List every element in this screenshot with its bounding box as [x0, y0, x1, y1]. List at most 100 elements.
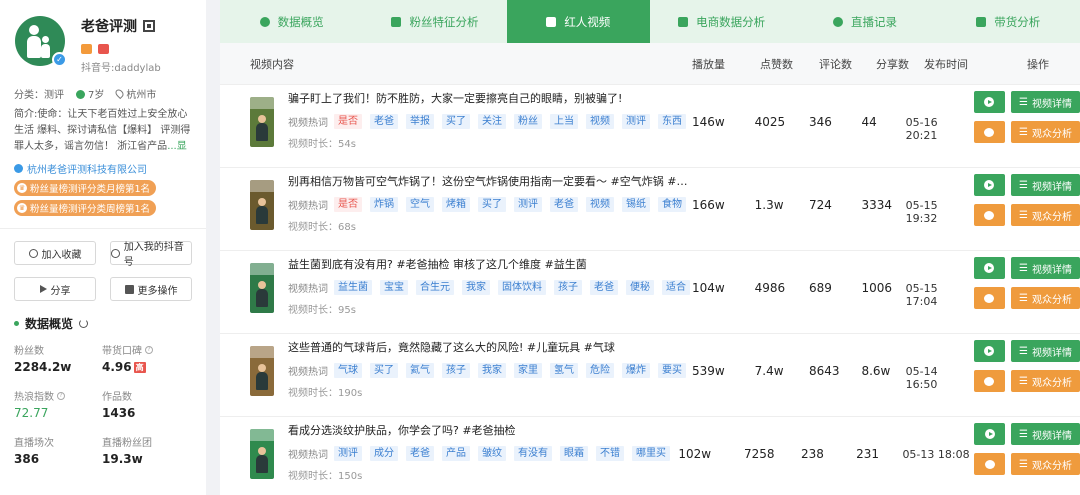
help-icon[interactable]: ?: [57, 391, 65, 400]
hot-word-tag[interactable]: 成分: [370, 445, 398, 461]
audience-analysis-button[interactable]: ☰ 观众分析: [1010, 287, 1080, 309]
video-detail-button[interactable]: ☰ 视频详情: [1010, 174, 1080, 196]
hot-word-tag[interactable]: 是否: [334, 113, 362, 129]
hot-word-tag[interactable]: 危险: [586, 362, 614, 378]
video-title[interactable]: 骗子盯上了我们！防不胜防，大家一定要擦亮自己的眼睛，别被骗了!: [288, 91, 692, 107]
hot-word-tag[interactable]: 是否: [334, 196, 362, 212]
hot-word-tag[interactable]: 皱纹: [478, 445, 506, 461]
hot-word-tag[interactable]: 买了: [370, 362, 398, 378]
video-thumbnail[interactable]: [250, 263, 274, 313]
hot-word-tag[interactable]: 测评: [514, 196, 542, 212]
hot-word-tag[interactable]: 炸锅: [370, 196, 398, 212]
tab-live-records[interactable]: 直播记录: [793, 0, 936, 43]
video-thumbnail[interactable]: [250, 429, 274, 479]
play-video-button[interactable]: [973, 174, 1005, 196]
favorite-video-button[interactable]: [973, 287, 1005, 309]
hot-word-tag[interactable]: 视频: [586, 113, 614, 129]
video-detail-button[interactable]: ☰ 视频详情: [1010, 340, 1080, 362]
video-title[interactable]: 别再相信万物皆可空气炸锅了！这份空气炸锅使用指南一定要看～ #空气炸锅 #食谱 …: [288, 174, 692, 190]
hot-word-tag[interactable]: 上当: [550, 113, 578, 129]
play-video-button[interactable]: [973, 257, 1005, 279]
rank-badge-monthly[interactable]: ♛ 粉丝量榜测评分类月榜第1名: [14, 180, 157, 196]
add-favorite-button[interactable]: 加入收藏: [14, 241, 96, 265]
rank-badge-weekly[interactable]: ♛ 粉丝量榜测评分类周榜第1名: [14, 200, 157, 216]
favorite-video-button[interactable]: [974, 453, 1005, 475]
tab-fan-analysis[interactable]: 粉丝特征分析: [363, 0, 506, 43]
hot-word-tag[interactable]: 锡纸: [622, 196, 650, 212]
header-comments[interactable]: 评论数: [819, 56, 876, 72]
add-my-douyin-button[interactable]: 加入我的抖音号: [110, 241, 192, 268]
video-thumbnail[interactable]: [250, 97, 274, 147]
header-time[interactable]: 发布时间: [924, 56, 996, 72]
hot-word-tag[interactable]: 益生菌: [334, 279, 372, 295]
help-icon[interactable]: ?: [145, 345, 153, 354]
hot-word-tag[interactable]: 买了: [442, 113, 470, 129]
hot-word-tag[interactable]: 关注: [478, 113, 506, 129]
hot-word-tag[interactable]: 合生元: [416, 279, 454, 295]
hot-word-tag[interactable]: 空气: [406, 196, 434, 212]
header-shares[interactable]: 分享数: [876, 56, 924, 72]
play-video-button[interactable]: [974, 423, 1005, 445]
more-actions-button[interactable]: 更多操作: [110, 277, 192, 301]
avatar[interactable]: ✓: [15, 16, 67, 67]
hot-word-tag[interactable]: 东西: [658, 113, 686, 129]
company-link[interactable]: 杭州老爸评测科技有限公司: [14, 161, 192, 176]
hot-word-tag[interactable]: 有没有: [514, 445, 552, 461]
video-title[interactable]: 益生菌到底有没有用? #老爸抽检 审核了这几个维度 #益生菌: [288, 257, 692, 273]
hot-word-tag[interactable]: 氦气: [406, 362, 434, 378]
hot-word-tag[interactable]: 老爸: [406, 445, 434, 461]
hot-word-tag[interactable]: 老爸: [550, 196, 578, 212]
hot-word-tag[interactable]: 孩子: [554, 279, 582, 295]
header-plays[interactable]: 播放量: [692, 56, 760, 72]
video-detail-button[interactable]: ☰ 视频详情: [1011, 423, 1080, 445]
tab-sales-analysis[interactable]: 带货分析: [937, 0, 1080, 43]
hot-word-tag[interactable]: 爆炸: [622, 362, 650, 378]
hot-word-tag[interactable]: 老爸: [370, 113, 398, 129]
hot-word-tag[interactable]: 家里: [514, 362, 542, 378]
hot-word-tag[interactable]: 不错: [596, 445, 624, 461]
audience-analysis-button[interactable]: ☰ 观众分析: [1010, 121, 1080, 143]
hot-word-tag[interactable]: 要买: [658, 362, 686, 378]
share-button[interactable]: 分享: [14, 277, 96, 301]
hot-word-tag[interactable]: 测评: [334, 445, 362, 461]
hot-word-tag[interactable]: 便秘: [626, 279, 654, 295]
hot-word-tag[interactable]: 买了: [478, 196, 506, 212]
hot-word-tag[interactable]: 眼霜: [560, 445, 588, 461]
video-detail-button[interactable]: ☰ 视频详情: [1010, 257, 1080, 279]
play-video-button[interactable]: [973, 91, 1005, 113]
hot-word-tag[interactable]: 孩子: [442, 362, 470, 378]
hot-word-tag[interactable]: 举报: [406, 113, 434, 129]
hot-word-tag[interactable]: 气球: [334, 362, 362, 378]
hot-word-tag[interactable]: 氢气: [550, 362, 578, 378]
hot-word-tag[interactable]: 视频: [586, 196, 614, 212]
hot-word-tag[interactable]: 粉丝: [514, 113, 542, 129]
hot-word-tag[interactable]: 我家: [478, 362, 506, 378]
video-detail-button[interactable]: ☰ 视频详情: [1010, 91, 1080, 113]
hot-word-tag[interactable]: 固体饮料: [498, 279, 546, 295]
tab-overview[interactable]: 数据概览: [220, 0, 363, 43]
video-thumbnail[interactable]: [250, 180, 274, 230]
hot-word-tag[interactable]: 测评: [622, 113, 650, 129]
play-video-button[interactable]: [973, 340, 1005, 362]
hot-word-tag[interactable]: 产品: [442, 445, 470, 461]
favorite-video-button[interactable]: [973, 370, 1005, 392]
hot-word-tag[interactable]: 老爸: [590, 279, 618, 295]
video-title[interactable]: 看成分选淡纹护肤品，你学会了吗? #老爸抽检: [288, 423, 678, 439]
refresh-icon[interactable]: [79, 319, 89, 328]
hot-word-tag[interactable]: 烤箱: [442, 196, 470, 212]
audience-analysis-button[interactable]: ☰ 观众分析: [1010, 370, 1080, 392]
tab-creator-videos[interactable]: 红人视频: [506, 0, 650, 43]
tab-ecommerce[interactable]: 电商数据分析: [650, 0, 793, 43]
hot-word-tag[interactable]: 哪里买: [632, 445, 670, 461]
hot-word-tag[interactable]: 适合: [662, 279, 690, 295]
video-thumbnail[interactable]: [250, 346, 274, 396]
audience-analysis-button[interactable]: ☰ 观众分析: [1010, 204, 1080, 226]
hot-word-tag[interactable]: 食物: [658, 196, 686, 212]
hot-word-tag[interactable]: 我家: [462, 279, 490, 295]
favorite-video-button[interactable]: [973, 121, 1005, 143]
video-title[interactable]: 这些普通的气球背后，竟然隐藏了这么大的风险! #儿童玩具 #气球: [288, 340, 692, 356]
favorite-video-button[interactable]: [973, 204, 1005, 226]
hot-word-tag[interactable]: 宝宝: [380, 279, 408, 295]
header-likes[interactable]: 点赞数: [760, 56, 819, 72]
audience-analysis-button[interactable]: ☰ 观众分析: [1011, 453, 1080, 475]
